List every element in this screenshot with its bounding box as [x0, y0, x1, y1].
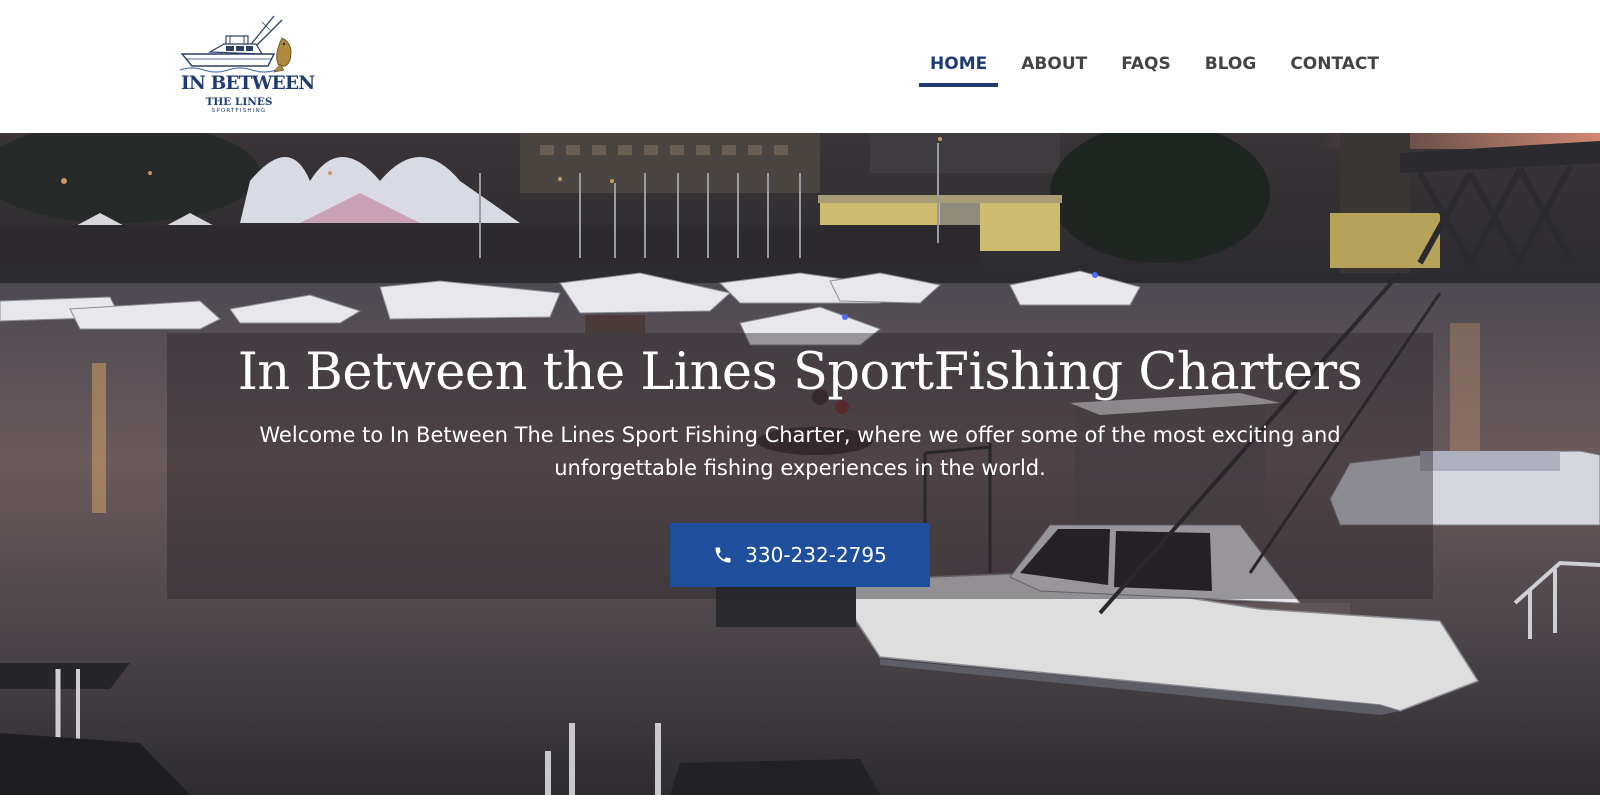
site-logo[interactable]: IN BETWEEN THE LINES SPORTFISHING — [178, 12, 315, 118]
nav-item-blog[interactable]: BLOG — [1194, 48, 1268, 84]
nav-item-contact[interactable]: CONTACT — [1279, 48, 1390, 84]
nav-item-faqs[interactable]: FAQS — [1110, 48, 1182, 84]
main-navigation: HOME ABOUT FAQS BLOG CONTACT — [919, 48, 1390, 87]
logo-text-tagline: SPORTFISHING — [211, 108, 267, 114]
phone-icon — [715, 547, 731, 563]
hero-title: In Between the Lines SportFishing Charte… — [237, 343, 1363, 402]
logo-text-subtitle: THE LINES — [205, 96, 273, 108]
hero-description: Welcome to In Between The Lines Sport Fi… — [259, 423, 1341, 480]
fishing-boat-logo-icon — [179, 15, 292, 73]
site-header: IN BETWEEN THE LINES SPORTFISHING HOME A… — [0, 0, 1600, 133]
call-phone-button[interactable]: 330-232-2795 — [670, 523, 930, 587]
hero-section: In Between the Lines SportFishing Charte… — [0, 133, 1600, 795]
logo-text-title: IN BETWEEN — [181, 73, 315, 94]
nav-item-home[interactable]: HOME — [919, 48, 999, 87]
call-button-label: 330-232-2795 — [745, 543, 887, 567]
nav-item-about[interactable]: ABOUT — [1010, 48, 1098, 84]
